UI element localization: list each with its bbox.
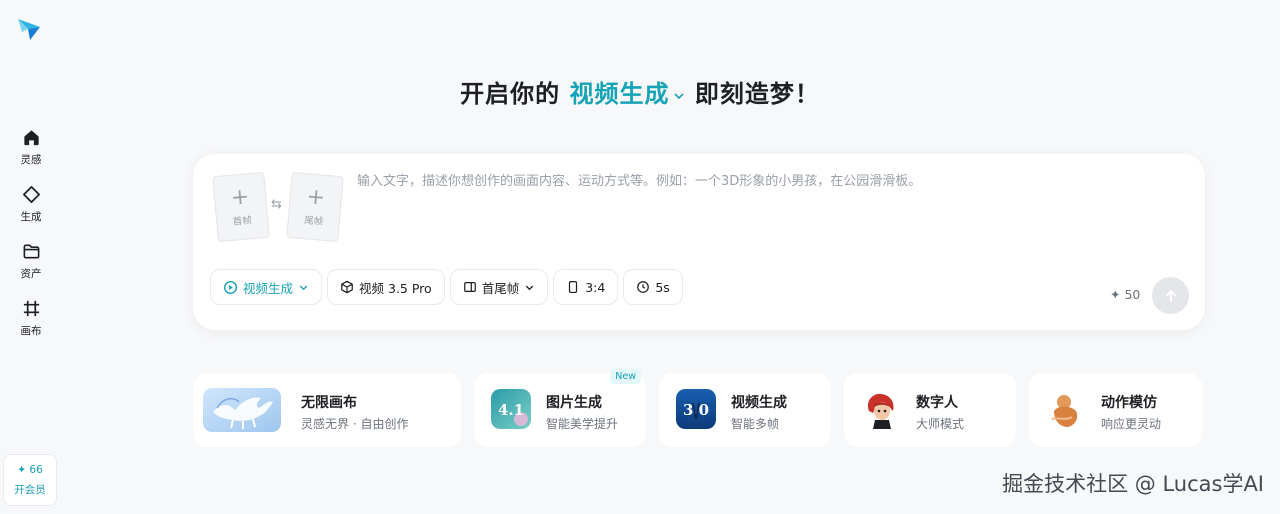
image-gen-thumbnail: 4.1 [491,389,531,429]
model-select-label: 视频 3.5 Pro [359,280,432,296]
video-gen-thumbnail: 3.0 [676,389,716,429]
membership-button[interactable]: ✦ 66 开会员 [3,454,57,506]
duration-select[interactable]: 5s [623,269,683,305]
swap-icon[interactable]: ⇆ [271,197,282,212]
duration-label: 5s [655,279,670,295]
app-root: 灵感 生成 资产 画布 ✦ 66 开会员 开启你的 视频生成 即刻造梦！ + 首… [0,0,1280,514]
thumb-version-text: 4.1 [498,401,524,419]
mode-select[interactable]: 视频生成 [210,269,323,305]
clock-icon [637,281,650,293]
cube-icon [341,280,353,294]
credit-cost: ✦ 50 [1110,287,1141,302]
feature-card-digital-human[interactable]: 数字人 大师模式 [844,373,1016,447]
mode-switcher[interactable]: 视频生成 [570,80,686,108]
plus-icon: + [305,184,327,211]
arrow-up-icon [1165,289,1176,302]
points-count: ✦ 66 [17,463,43,476]
frame-layout-icon [463,282,476,292]
title-prefix: 开启你的 [460,80,570,108]
page-title: 开启你的 视频生成 即刻造梦！ [0,74,1280,109]
new-badge: New [610,369,641,384]
feature-title: 动作模仿 [1101,395,1157,411]
plus-icon: + [229,184,251,211]
sparkle-diamond-icon [20,183,42,205]
feature-subtitle: 智能美学提升 [546,417,619,431]
feature-subtitle: 智能多帧 [731,417,780,431]
sidebar-item-label: 灵感 [20,154,42,166]
aspect-ratio-icon [569,280,578,294]
sidebar-item-label: 生成 [20,211,42,223]
feature-title: 数字人 [916,395,958,411]
pegasus-thumbnail [203,388,281,432]
feature-title: 图片生成 [546,395,602,411]
membership-label: 开会员 [14,483,46,496]
first-frame-label: 首帧 [232,215,253,228]
logo-icon[interactable] [16,16,42,42]
watermark: 掘金技术社区 @ Lucas学AI [1002,472,1264,496]
feature-card-motion-imitation[interactable]: 动作模仿 响应更灵动 [1029,373,1202,447]
folder-icon [20,240,42,262]
sidebar-item-generate[interactable]: 生成 [0,183,62,240]
video-play-icon [223,280,238,294]
sidebar-item-label: 资产 [20,268,42,280]
home-icon [20,126,42,148]
chevron-down-icon [299,285,308,290]
last-frame-label: 尾帧 [303,215,324,228]
last-frame-upload[interactable]: + 尾帧 [286,171,344,243]
feature-subtitle: 响应更灵动 [1101,417,1162,431]
feature-subtitle: 大师模式 [916,417,965,431]
prompt-card: + 首帧 ⇆ + 尾帧 视频生成 视频 3.5 Pro 首尾帧 [193,154,1205,330]
frame-mode-label: 首尾帧 [481,280,520,296]
feature-card-video-generation[interactable]: 3.0 视频生成 智能多帧 [659,373,831,447]
feature-subtitle: 灵感无界 · 自由创作 [301,417,409,431]
aspect-ratio-label: 3:4 [585,279,606,295]
first-frame-upload[interactable]: + 首帧 [212,171,270,243]
digital-human-thumbnail [861,389,901,429]
motion-imitation-thumbnail [1046,389,1086,429]
sidebar-item-assets[interactable]: 资产 [0,240,62,297]
sidebar-item-canvas[interactable]: 画布 [0,297,62,354]
sidebar-item-label: 画布 [20,325,42,337]
sidebar-nav: 灵感 生成 资产 画布 [0,126,62,354]
sidebar-item-inspiration[interactable]: 灵感 [0,126,62,183]
title-suffix: 即刻造梦！ [685,80,820,108]
chevron-down-icon [526,285,534,290]
feature-card-image-generation[interactable]: New 4.1 图片生成 智能美学提升 [474,369,646,447]
feature-title: 无限画布 [301,395,357,411]
frame-mode-select[interactable]: 首尾帧 [449,269,549,305]
feature-title: 视频生成 [731,395,787,411]
chevron-down-icon [672,81,686,109]
submit-button[interactable] [1152,277,1189,314]
mode-switcher-label: 视频生成 [569,80,670,108]
feature-card-infinite-canvas[interactable]: 无限画布 灵感无界 · 自由创作 [193,373,461,447]
generation-options: 视频生成 视频 3.5 Pro 首尾帧 3:4 5s [210,269,688,305]
model-select[interactable]: 视频 3.5 Pro [327,269,445,305]
aspect-ratio-select[interactable]: 3:4 [553,269,619,305]
mode-select-label: 视频生成 [243,280,294,296]
canvas-grid-icon [20,297,42,319]
prompt-input[interactable] [357,170,1177,250]
